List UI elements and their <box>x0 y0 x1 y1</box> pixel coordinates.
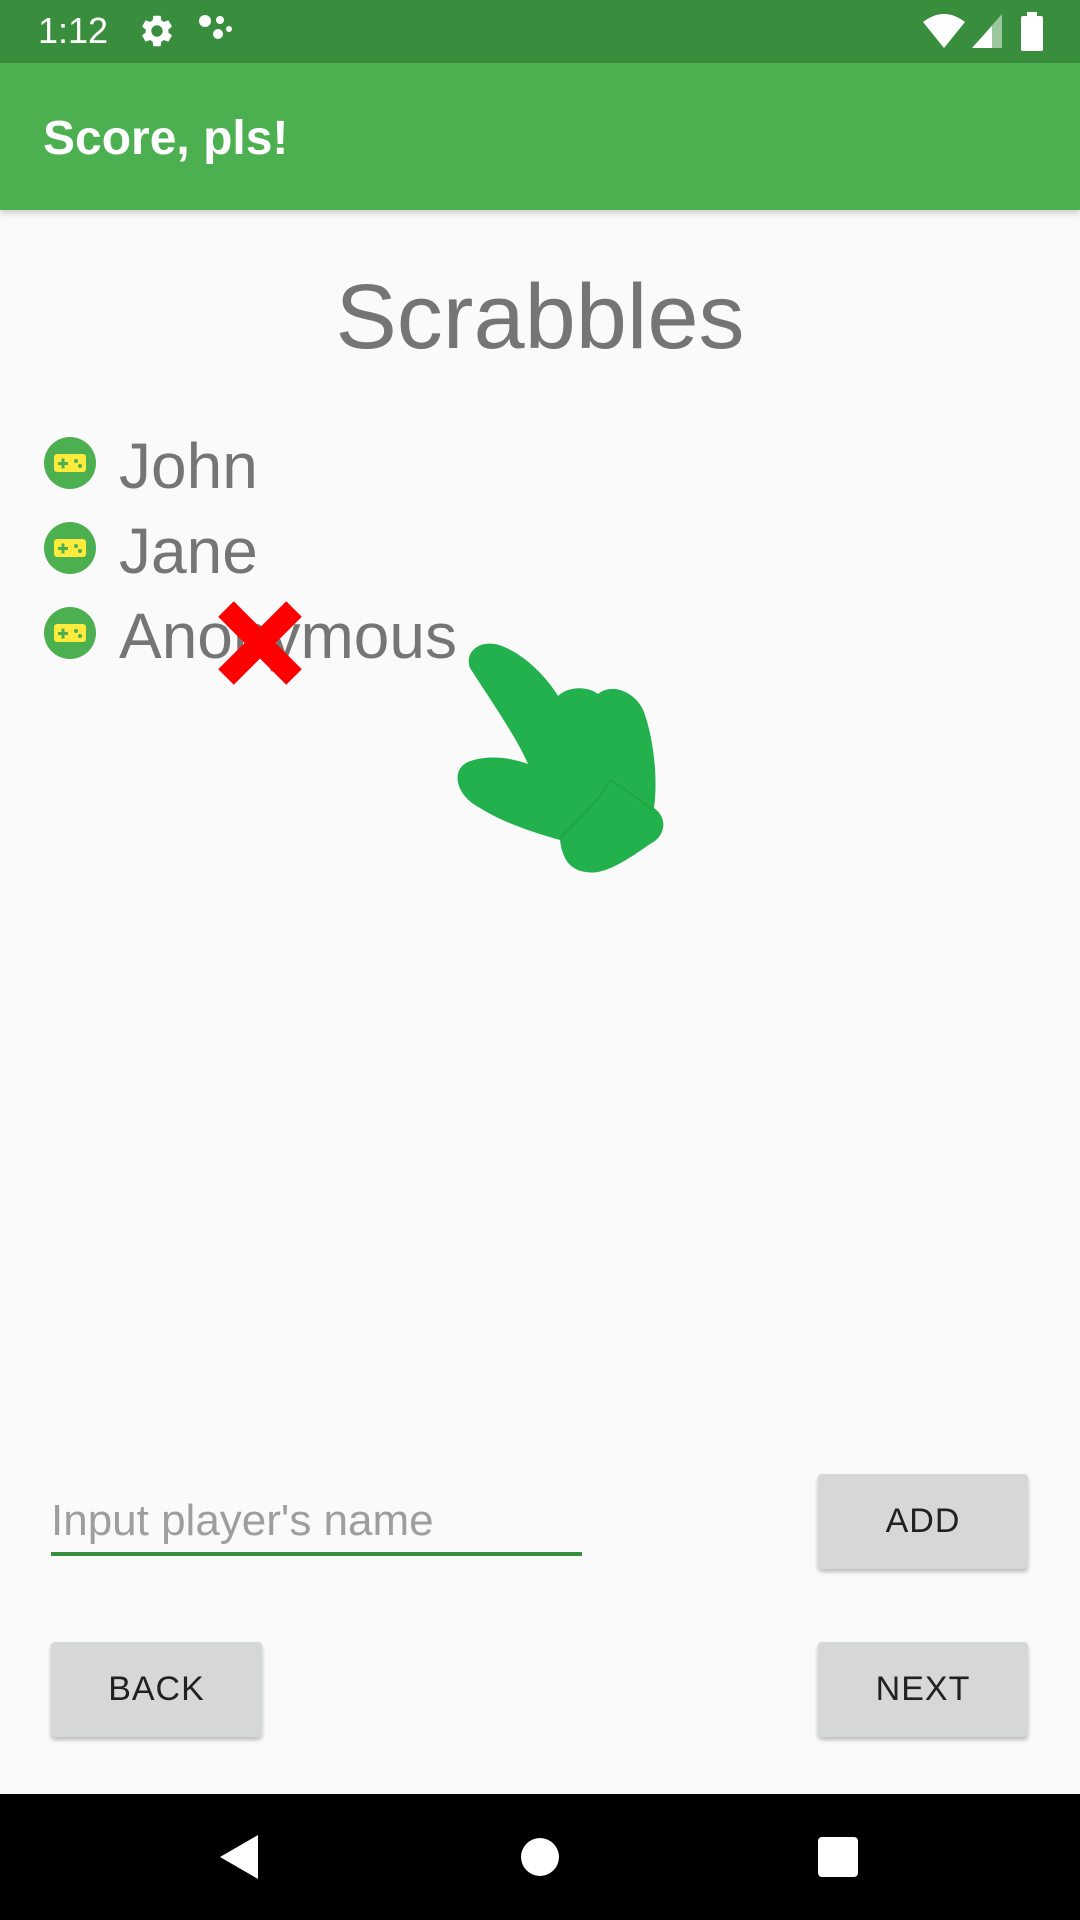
back-nav-icon[interactable] <box>210 1827 270 1887</box>
wifi-icon <box>923 14 965 48</box>
gamepad-icon <box>44 522 96 574</box>
player-name: John <box>119 430 258 502</box>
status-bar: 1:12 <box>0 0 1080 63</box>
settings-icon <box>142 15 172 47</box>
game-title: Scrabbles <box>335 266 745 368</box>
pointing-hand-icon <box>457 643 664 873</box>
assistant-icon <box>199 15 232 39</box>
battery-icon <box>1021 12 1043 51</box>
player-row[interactable]: John <box>44 430 744 515</box>
close-icon[interactable] <box>212 595 308 691</box>
app-bar: Score, pls! <box>0 63 1080 210</box>
recents-nav-icon[interactable] <box>808 1827 868 1887</box>
next-button[interactable]: NEXT <box>818 1642 1028 1737</box>
player-row[interactable]: Jane <box>44 515 744 600</box>
player-name: Jane <box>119 515 258 587</box>
app-title: Score, pls! <box>43 112 289 165</box>
home-nav-icon[interactable] <box>510 1827 570 1887</box>
add-button[interactable]: ADD <box>818 1474 1028 1569</box>
status-time: 1:12 <box>38 10 109 51</box>
gamepad-icon <box>44 437 96 489</box>
back-button[interactable]: BACK <box>51 1642 262 1737</box>
gamepad-icon <box>44 607 96 659</box>
player-name-input[interactable] <box>51 1490 582 1556</box>
navigation-bar <box>0 1794 1080 1920</box>
signal-icon <box>972 14 1002 48</box>
